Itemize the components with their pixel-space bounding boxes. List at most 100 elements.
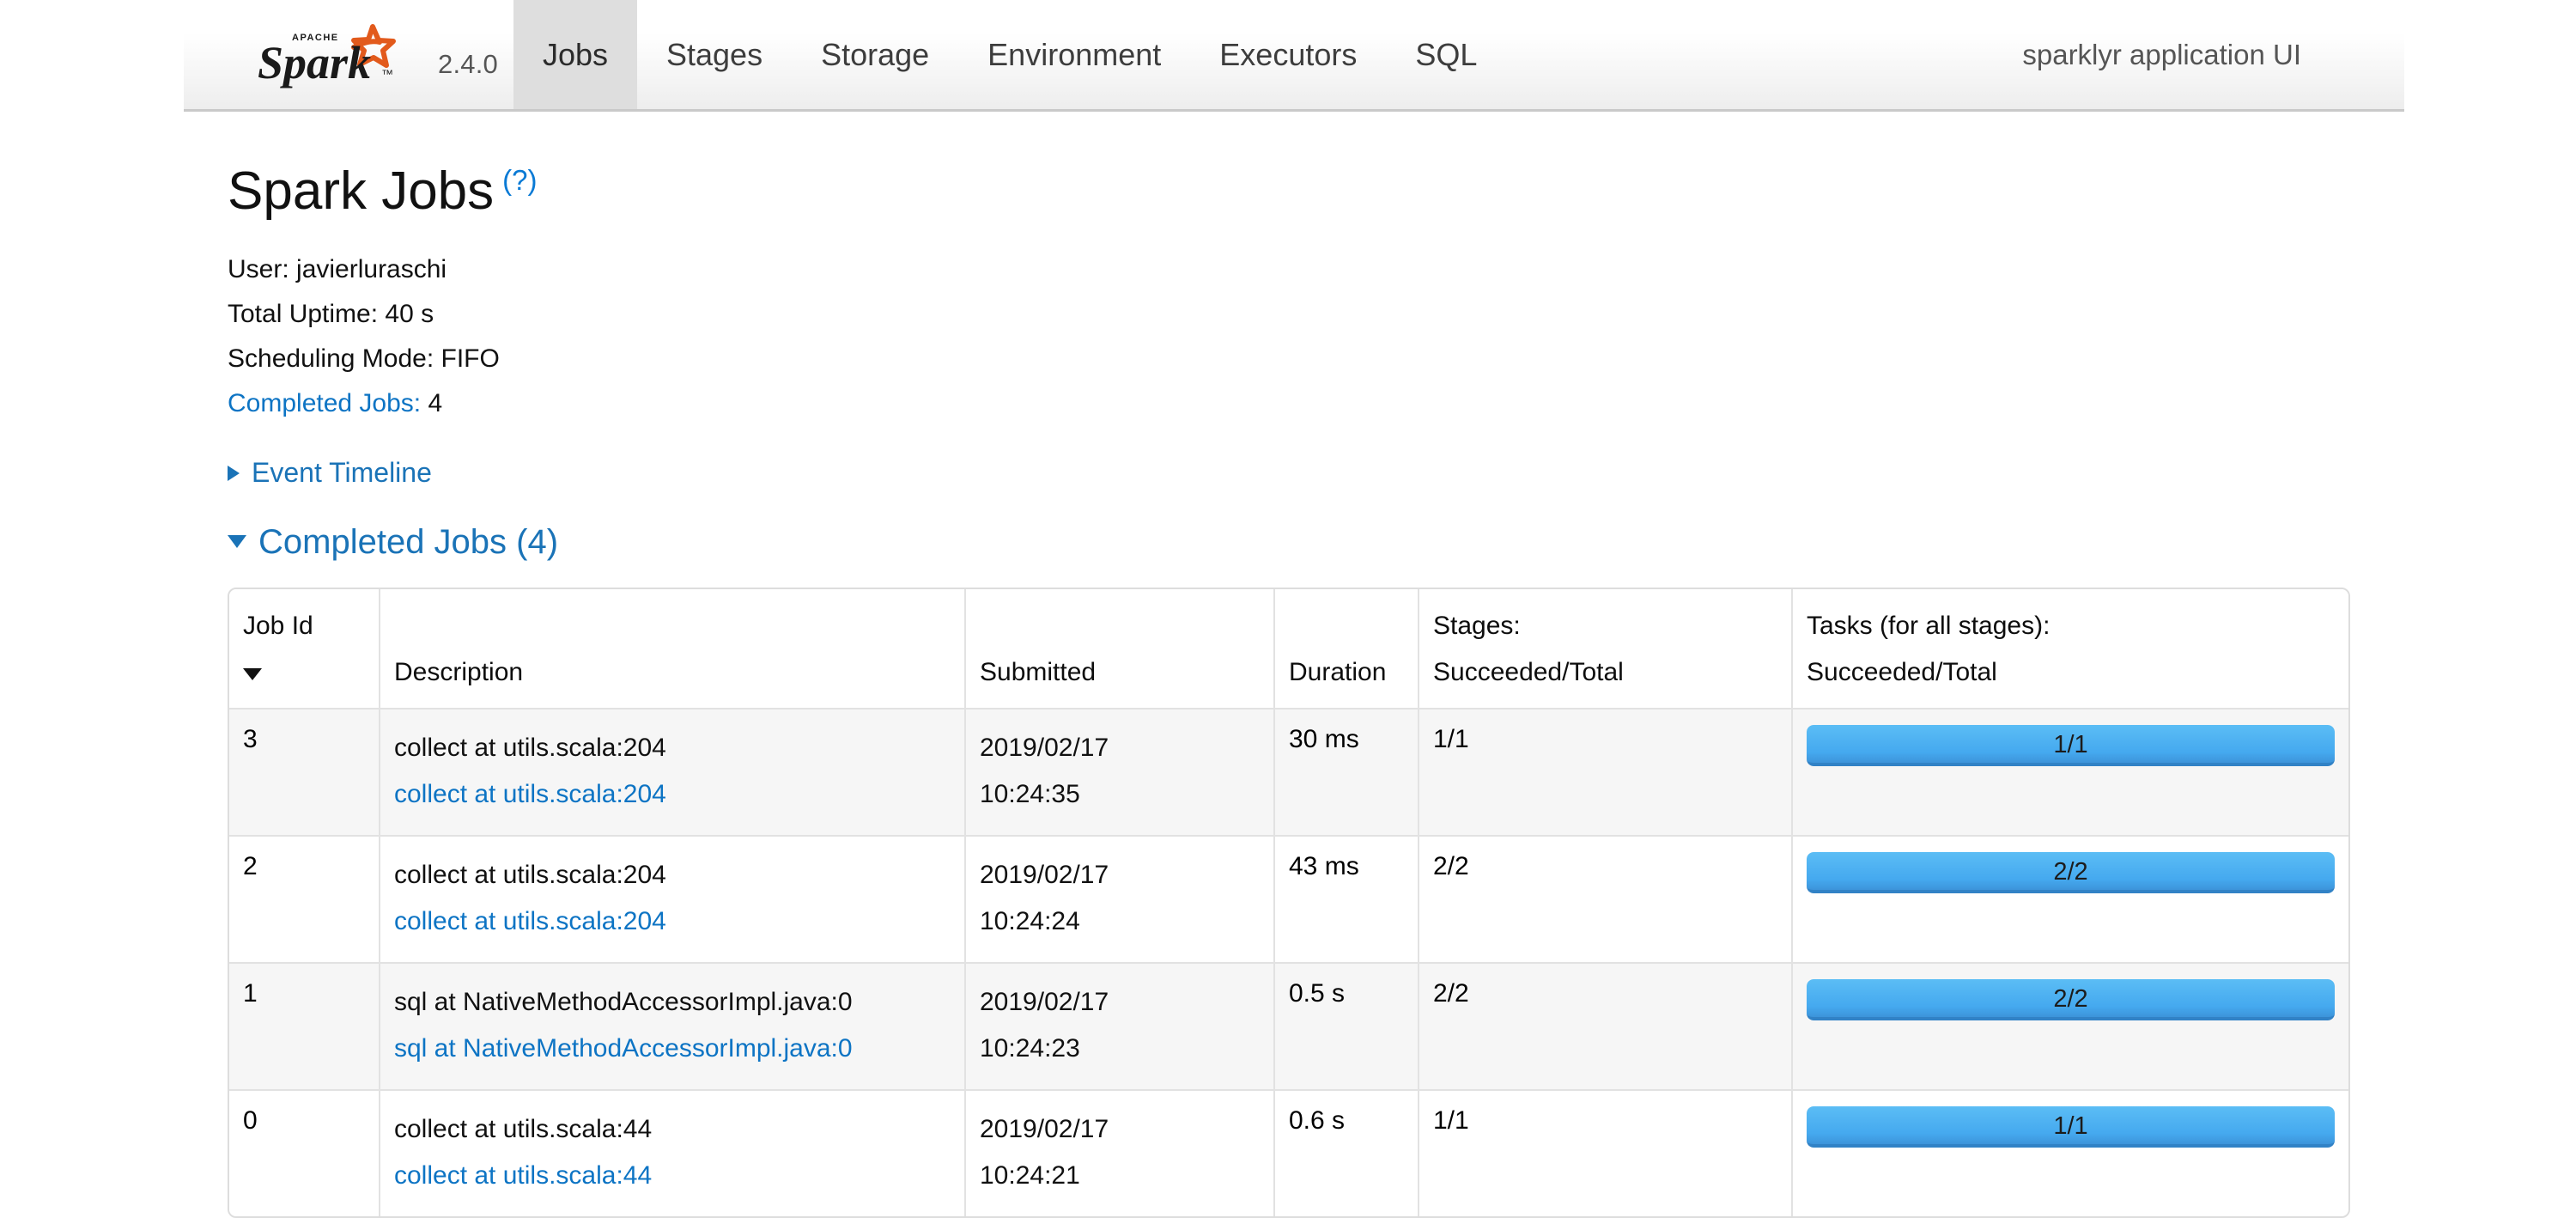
table-row: 0 collect at utils.scala:44 collect at u… bbox=[229, 1090, 2348, 1216]
cell-duration: 0.5 s bbox=[1274, 963, 1419, 1091]
completed-jobs-link[interactable]: Completed Jobs: bbox=[228, 389, 421, 417]
cell-stages: 2/2 bbox=[1419, 963, 1793, 1091]
tasks-progress-bar: 2/2 bbox=[1807, 979, 2335, 1020]
submitted-date: 2019/02/17 bbox=[980, 988, 1109, 1016]
cell-description: collect at utils.scala:204 collect at ut… bbox=[380, 836, 966, 964]
description-link[interactable]: sql at NativeMethodAccessorImpl.java:0 bbox=[394, 1026, 951, 1072]
tasks-progress-label: 2/2 bbox=[2053, 985, 2088, 1013]
cell-description: collect at utils.scala:204 collect at ut… bbox=[380, 709, 966, 837]
cell-job-id: 1 bbox=[229, 963, 380, 1091]
column-header-tasks-line1: Tasks (for all stages): bbox=[1807, 612, 2050, 640]
tasks-progress-label: 1/1 bbox=[2053, 1112, 2088, 1140]
tab-sql[interactable]: SQL bbox=[1386, 0, 1506, 109]
chevron-down-icon bbox=[228, 535, 246, 548]
nav-tabs: Jobs Stages Storage Environment Executor… bbox=[513, 0, 1506, 109]
main-content: Spark Jobs (?) User: javierluraschi Total… bbox=[228, 112, 2460, 1218]
summary-scheduling-value: FIFO bbox=[440, 344, 500, 373]
cell-tasks: 1/1 bbox=[1792, 709, 2348, 837]
completed-jobs-table: Job Id Description Submitted Duration St… bbox=[229, 589, 2348, 1216]
summary-uptime-label: Total Uptime: bbox=[228, 300, 379, 328]
table-row: 2 collect at utils.scala:204 collect at … bbox=[229, 836, 2348, 964]
svg-text:™: ™ bbox=[381, 67, 393, 81]
submitted-time: 10:24:21 bbox=[980, 1161, 1080, 1190]
summary-scheduling-label: Scheduling Mode: bbox=[228, 344, 434, 373]
help-icon[interactable]: (?) bbox=[502, 164, 537, 196]
cell-stages: 1/1 bbox=[1419, 709, 1793, 837]
completed-jobs-table-container: Job Id Description Submitted Duration St… bbox=[228, 588, 2350, 1218]
brand[interactable]: APACHE Spark ™ 2.4.0 bbox=[184, 0, 513, 109]
tasks-progress-label: 2/2 bbox=[2053, 858, 2088, 886]
cell-submitted: 2019/02/17 10:24:21 bbox=[965, 1090, 1275, 1216]
cell-duration: 43 ms bbox=[1274, 836, 1419, 964]
submitted-date: 2019/02/17 bbox=[980, 1115, 1109, 1143]
column-header-tasks[interactable]: Tasks (for all stages): Succeeded/Total bbox=[1792, 589, 2348, 709]
description-text: collect at utils.scala:204 bbox=[394, 734, 666, 762]
description-text: collect at utils.scala:204 bbox=[394, 861, 666, 889]
cell-stages: 2/2 bbox=[1419, 836, 1793, 964]
tab-storage[interactable]: Storage bbox=[792, 0, 958, 109]
summary-scheduling-mode: Scheduling Mode: FIFO bbox=[228, 337, 2460, 381]
svg-text:Spark: Spark bbox=[258, 37, 371, 88]
column-header-duration-label: Duration bbox=[1289, 658, 1387, 686]
column-header-stages-line1: Stages: bbox=[1433, 612, 1521, 640]
description-text: collect at utils.scala:44 bbox=[394, 1115, 653, 1143]
cell-duration: 0.6 s bbox=[1274, 1090, 1419, 1216]
table-header: Job Id Description Submitted Duration St… bbox=[229, 589, 2348, 709]
apache-spark-logo-icon: APACHE Spark ™ bbox=[252, 21, 424, 88]
job-summary: User: javierluraschi Total Uptime: 40 s … bbox=[228, 247, 2460, 426]
column-header-job-id-label: Job Id bbox=[243, 612, 313, 640]
column-header-job-id[interactable]: Job Id bbox=[229, 589, 380, 709]
sort-descending-icon bbox=[243, 668, 262, 680]
spark-version: 2.4.0 bbox=[438, 48, 498, 79]
cell-job-id: 2 bbox=[229, 836, 380, 964]
submitted-time: 10:24:24 bbox=[980, 907, 1080, 935]
cell-tasks: 1/1 bbox=[1792, 1090, 2348, 1216]
completed-jobs-toggle[interactable]: Completed Jobs (4) bbox=[228, 523, 558, 562]
summary-user: User: javierluraschi bbox=[228, 247, 2460, 292]
summary-uptime: Total Uptime: 40 s bbox=[228, 292, 2460, 337]
table-row: 1 sql at NativeMethodAccessorImpl.java:0… bbox=[229, 963, 2348, 1091]
tab-stages[interactable]: Stages bbox=[637, 0, 792, 109]
submitted-date: 2019/02/17 bbox=[980, 734, 1109, 762]
summary-uptime-value: 40 s bbox=[385, 300, 434, 328]
description-link[interactable]: collect at utils.scala:204 bbox=[394, 771, 951, 818]
tasks-progress-label: 1/1 bbox=[2053, 731, 2088, 758]
cell-description: sql at NativeMethodAccessorImpl.java:0 s… bbox=[380, 963, 966, 1091]
description-link[interactable]: collect at utils.scala:44 bbox=[394, 1153, 951, 1199]
description-text: sql at NativeMethodAccessorImpl.java:0 bbox=[394, 988, 853, 1016]
cell-duration: 30 ms bbox=[1274, 709, 1419, 837]
description-link[interactable]: collect at utils.scala:204 bbox=[394, 898, 951, 945]
tab-jobs[interactable]: Jobs bbox=[513, 0, 637, 109]
cell-submitted: 2019/02/17 10:24:24 bbox=[965, 836, 1275, 964]
column-header-submitted-label: Submitted bbox=[980, 658, 1097, 686]
tab-environment[interactable]: Environment bbox=[958, 0, 1190, 109]
cell-submitted: 2019/02/17 10:24:23 bbox=[965, 963, 1275, 1091]
application-name: sparklyr application UI bbox=[2022, 38, 2301, 70]
cell-stages: 1/1 bbox=[1419, 1090, 1793, 1216]
column-header-tasks-line2: Succeeded/Total bbox=[1807, 658, 1997, 686]
summary-user-label: User: bbox=[228, 255, 289, 283]
tasks-progress-bar: 1/1 bbox=[1807, 1106, 2335, 1148]
page-title: Spark Jobs (?) bbox=[228, 165, 2460, 218]
column-header-description-label: Description bbox=[394, 658, 524, 686]
tasks-progress-bar: 2/2 bbox=[1807, 852, 2335, 893]
table-row: 3 collect at utils.scala:204 collect at … bbox=[229, 709, 2348, 837]
table-body: 3 collect at utils.scala:204 collect at … bbox=[229, 709, 2348, 1216]
event-timeline-toggle[interactable]: Event Timeline bbox=[228, 457, 432, 489]
table-header-row: Job Id Description Submitted Duration St… bbox=[229, 589, 2348, 709]
cell-tasks: 2/2 bbox=[1792, 963, 2348, 1091]
tasks-progress-bar: 1/1 bbox=[1807, 725, 2335, 766]
cell-description: collect at utils.scala:44 collect at uti… bbox=[380, 1090, 966, 1216]
tab-executors[interactable]: Executors bbox=[1190, 0, 1386, 109]
column-header-description[interactable]: Description bbox=[380, 589, 966, 709]
cell-tasks: 2/2 bbox=[1792, 836, 2348, 964]
completed-jobs-section-label: Completed Jobs (4) bbox=[258, 523, 559, 561]
column-header-stages[interactable]: Stages: Succeeded/Total bbox=[1419, 589, 1793, 709]
column-header-stages-line2: Succeeded/Total bbox=[1433, 658, 1624, 686]
summary-completed-jobs: Completed Jobs: 4 bbox=[228, 381, 2460, 426]
submitted-date: 2019/02/17 bbox=[980, 861, 1109, 889]
page-title-text: Spark Jobs bbox=[228, 161, 495, 221]
column-header-submitted[interactable]: Submitted bbox=[965, 589, 1275, 709]
event-timeline-label: Event Timeline bbox=[252, 457, 432, 488]
column-header-duration[interactable]: Duration bbox=[1274, 589, 1419, 709]
